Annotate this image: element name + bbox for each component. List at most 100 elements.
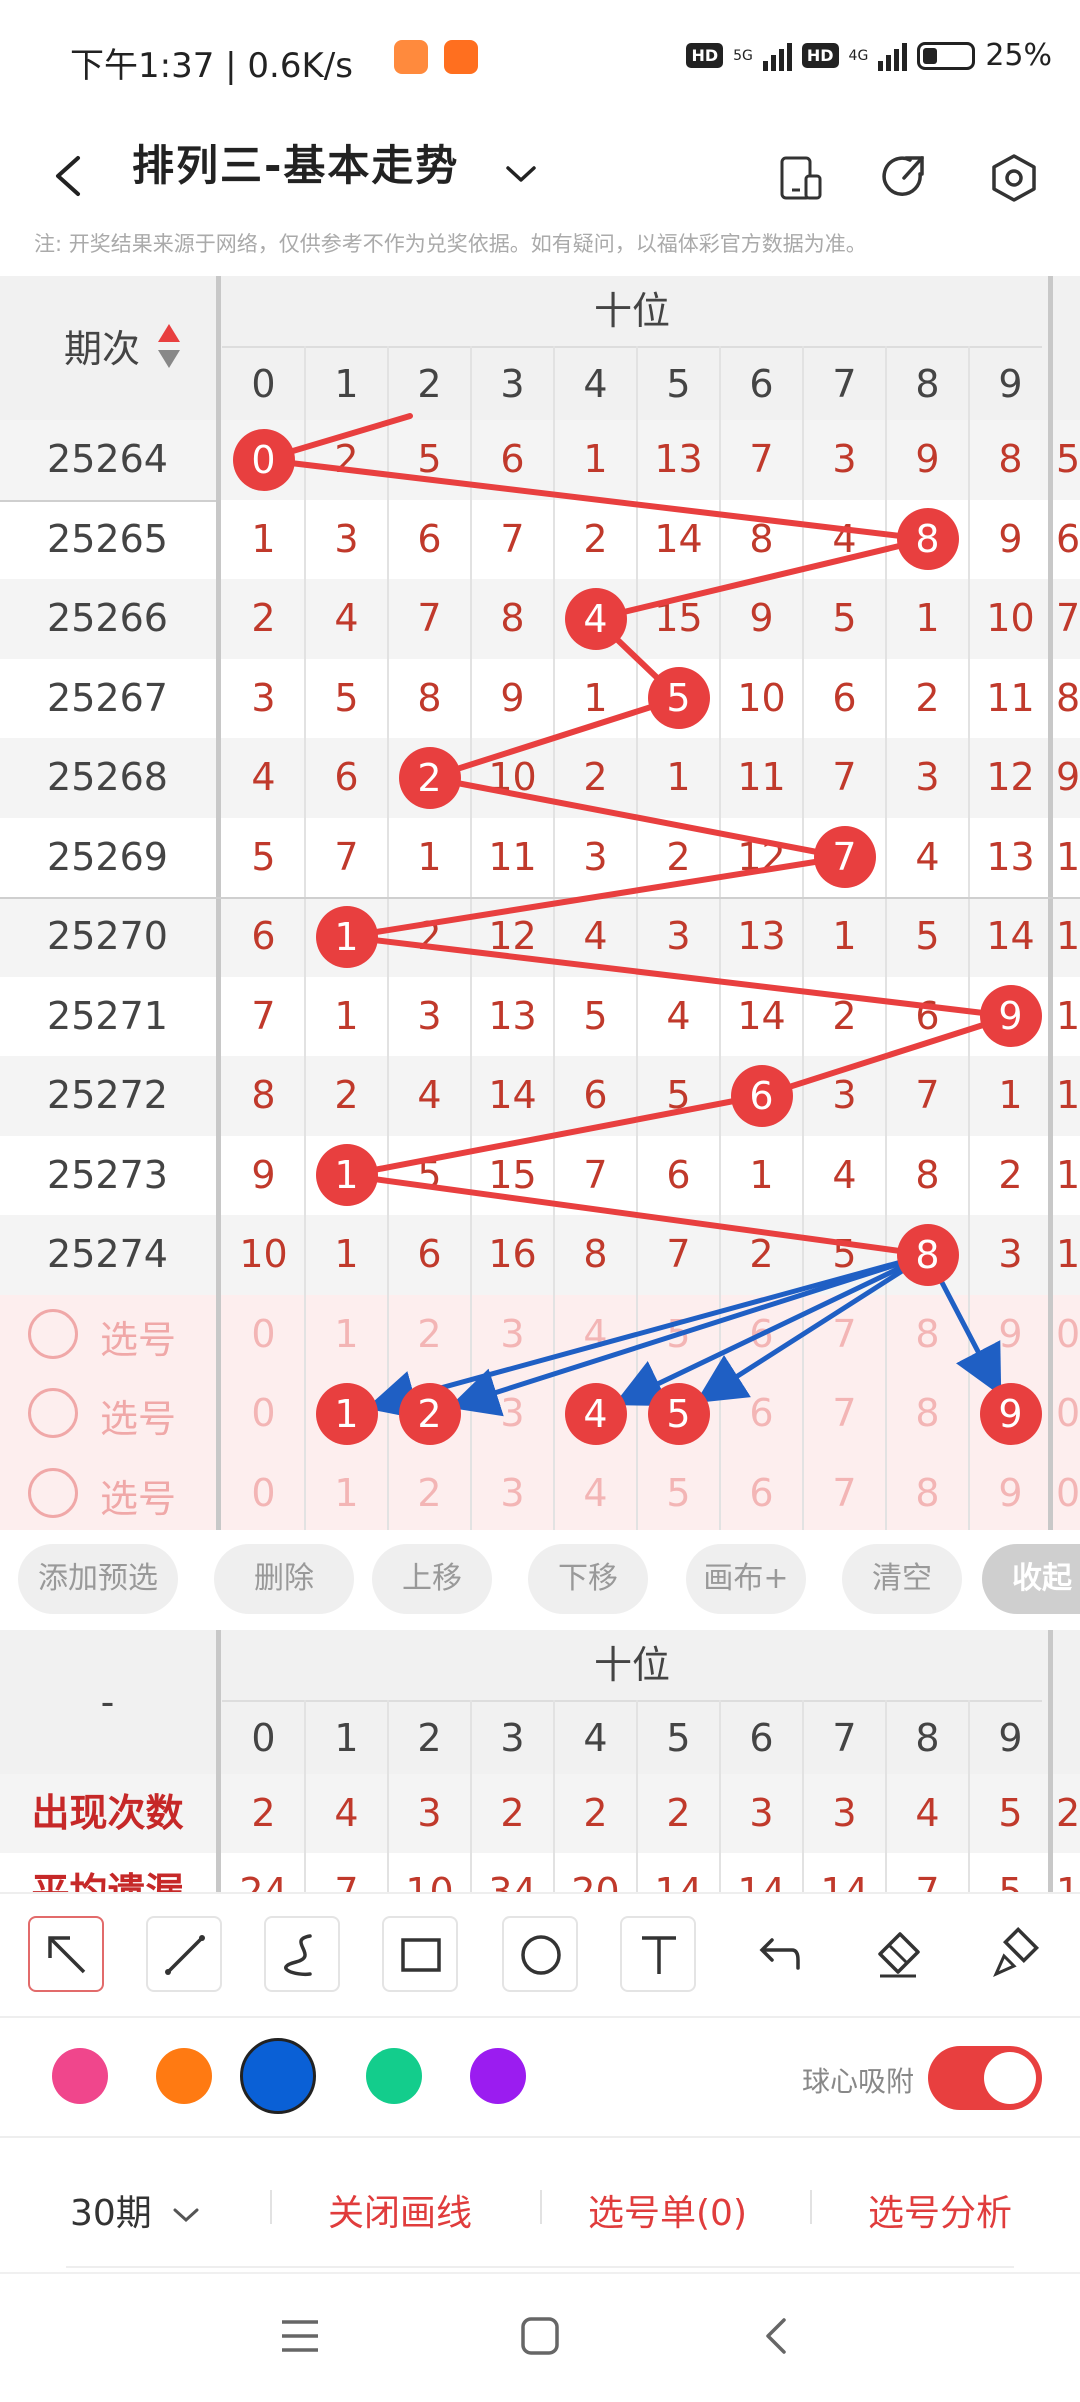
close-lines-button[interactable]: 关闭画线 (328, 2184, 472, 2236)
undo-icon (759, 1938, 800, 1970)
snap-toggle[interactable] (928, 2046, 1042, 2110)
trend-line (343, 933, 1014, 1020)
stats-row-label: 平均遗漏 (31, 1870, 184, 1892)
color-swatch[interactable] (156, 2048, 212, 2104)
text-icon (642, 1936, 676, 1974)
hit-ball: 8 (896, 508, 959, 571)
action-button[interactable]: 添加预选 (18, 1544, 178, 1614)
hit-ball: 1 (315, 1144, 378, 1207)
trend-grid: 期次 十位 01234567890 2526425611373985252651… (0, 276, 1080, 1530)
signal-icon (762, 41, 792, 71)
bottom-bar: 30期 关闭画线 选号单(0) 选号分析 (0, 2140, 1080, 2270)
stats-value: 3 (417, 1791, 442, 1835)
divider (540, 2190, 542, 2224)
stats-value: 2 (251, 1791, 276, 1835)
selection-list-button[interactable]: 选号单(0) (588, 2184, 747, 2236)
menu-icon[interactable] (278, 2314, 322, 2358)
draw-tool-button[interactable] (976, 1916, 1052, 1992)
layout-icon (780, 156, 822, 200)
color-swatch[interactable] (52, 2048, 108, 2104)
home-icon[interactable] (518, 2314, 562, 2358)
action-button[interactable]: 下移 (528, 1544, 648, 1614)
stats-row-label: 出现次数 (31, 1791, 184, 1835)
trend-line (343, 854, 848, 940)
selected-ball[interactable]: 4 (564, 1382, 627, 1445)
stats-value: 2 (666, 1791, 691, 1835)
hd-badge: HD (686, 43, 724, 68)
network-label: 5G (733, 47, 753, 64)
settings-hexagon-icon (992, 154, 1036, 202)
color-swatch[interactable] (240, 2038, 316, 2114)
selected-ball[interactable]: 2 (398, 1382, 461, 1445)
stats-value: 5 (998, 1870, 1023, 1892)
notice-text: 注: 开奖结果来源于网络，仅供参考不作为兑奖依据。如有疑问，以福体彩官方数据为准… (34, 232, 867, 256)
period-select[interactable]: 30期 (70, 2184, 203, 2236)
color-swatch[interactable] (366, 2048, 422, 2104)
stats-value: 2 (1056, 1791, 1080, 1835)
select-arrow-icon (48, 1936, 86, 1974)
rectangle-icon (401, 1938, 441, 1972)
stats-value: 4 (915, 1791, 940, 1835)
selected-ball[interactable]: 9 (979, 1382, 1042, 1445)
selected-ball[interactable]: 5 (647, 1382, 710, 1445)
draw-tool-button[interactable] (382, 1916, 458, 1992)
action-button[interactable]: 删除 (214, 1544, 354, 1614)
stats-digit-header: 5 (666, 1716, 691, 1760)
trend-line (260, 456, 931, 543)
hit-ball: 6 (730, 1064, 793, 1127)
draw-tool-button[interactable] (28, 1916, 104, 1992)
action-button[interactable]: 画布+ (686, 1544, 806, 1614)
stats-group-header: 十位 (593, 1643, 670, 1687)
clear-brush-icon (993, 1926, 1040, 1977)
stats-digit-header: 0 (251, 1716, 276, 1760)
toggle-knob (984, 2052, 1036, 2104)
color-row: 球心吸附 (0, 2016, 1080, 2138)
back-nav-icon[interactable] (756, 2314, 800, 2358)
draw-tool-button[interactable] (146, 1916, 222, 1992)
selection-analysis-button[interactable]: 选号分析 (868, 2184, 1012, 2236)
drawn-arrow (365, 1252, 930, 1420)
network-label: 4G (848, 47, 869, 64)
stats-value: 7 (915, 1870, 940, 1892)
layout-button[interactable] (770, 148, 830, 208)
stats-digit-header: 0 (1052, 1702, 1080, 1774)
eraser-icon (878, 1932, 920, 1978)
stats-value: 3 (749, 1791, 774, 1835)
draw-tool-button[interactable] (858, 1916, 934, 1992)
stats-table: - 十位 01234567890出现次数24322233452平均遗漏24710… (0, 1630, 1080, 1892)
page-title[interactable]: 排列三-基本走势 (132, 132, 459, 193)
draw-tool-button[interactable] (620, 1916, 696, 1992)
line-icon (165, 1935, 205, 1975)
action-button[interactable]: 收起 (982, 1544, 1080, 1614)
app-notification-icon (394, 40, 428, 74)
period-select-label: 30期 (70, 2193, 152, 2234)
hit-ball: 8 (896, 1223, 959, 1286)
status-time: 下午1:37 | 0.6K/s (70, 46, 353, 86)
draw-tool-button[interactable] (502, 1916, 578, 1992)
column-divider (216, 1630, 221, 1892)
hit-ball: 4 (564, 587, 627, 650)
stats-value: 7 (334, 1870, 359, 1892)
trend-line (426, 695, 682, 781)
stats-left-header: - (100, 1680, 115, 1724)
action-button[interactable]: 清空 (842, 1544, 962, 1614)
chevron-left-icon (56, 156, 80, 196)
action-button[interactable]: 上移 (372, 1544, 492, 1614)
selected-ball[interactable]: 1 (315, 1382, 378, 1445)
divider (810, 2190, 812, 2224)
stats-value: 14 (654, 1870, 703, 1892)
stats-value: 5 (998, 1791, 1023, 1835)
drawing-toolbar (0, 1892, 1080, 2018)
stats-digit-header: 3 (500, 1716, 525, 1760)
share-icon (882, 156, 924, 196)
trend-line (426, 774, 848, 861)
draw-tool-button[interactable] (264, 1916, 340, 1992)
draw-tool-button[interactable] (738, 1916, 814, 1992)
hd-badge: HD (801, 43, 839, 68)
color-swatch[interactable] (470, 2048, 526, 2104)
share-button[interactable] (876, 148, 936, 208)
back-button[interactable] (40, 146, 100, 206)
title-dropdown-button[interactable] (496, 150, 546, 200)
settings-button[interactable] (984, 148, 1044, 208)
hit-ball: 2 (398, 746, 461, 809)
